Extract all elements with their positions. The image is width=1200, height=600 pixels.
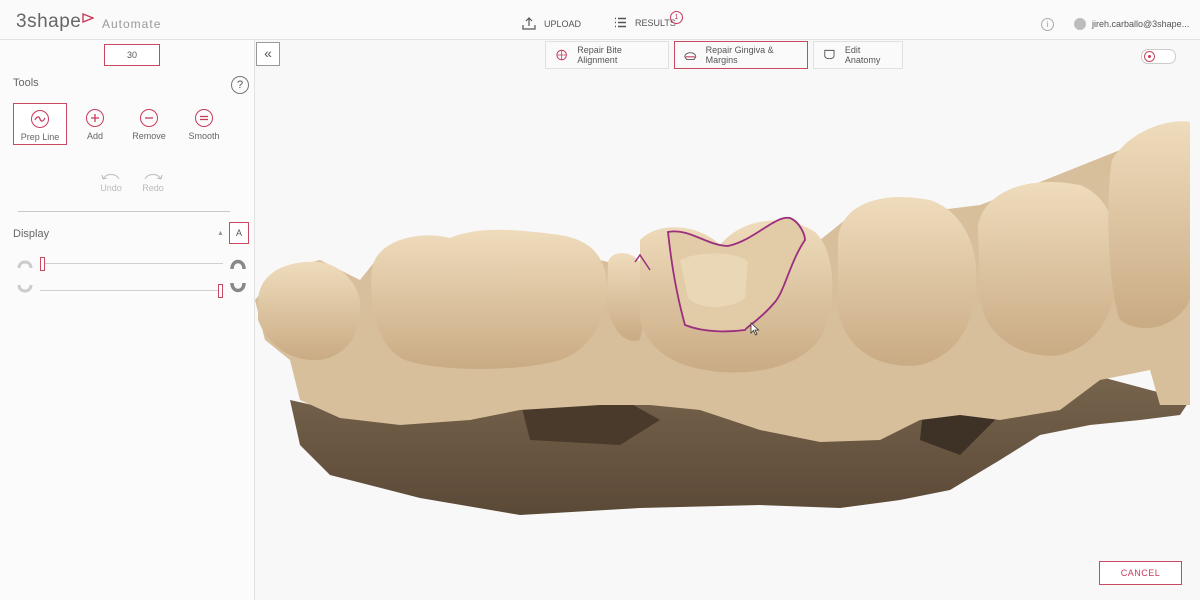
tooth-number-field[interactable]: 30 — [104, 44, 160, 66]
display-toggle-button[interactable]: A — [229, 222, 249, 244]
lower-arch-slider-thumb[interactable] — [218, 284, 223, 298]
tab-label: Repair Gingiva & Margins — [705, 45, 774, 65]
tab-edit-anatomy[interactable]: Edit Anatomy — [813, 41, 903, 69]
collapse-sidebar-button[interactable]: « — [256, 42, 280, 66]
app-name: Automate — [102, 17, 162, 31]
display-title: Display — [13, 228, 50, 240]
undo-label: Undo — [100, 183, 122, 193]
tools-sidebar: 30 Tools ? Prep Line Add Remove Smooth U… — [0, 40, 255, 600]
list-icon — [615, 17, 626, 28]
view-toggle[interactable] — [1141, 49, 1176, 64]
lower-arch-icon — [17, 284, 33, 293]
user-email[interactable]: jireh.carballo@3shape... — [1092, 19, 1189, 29]
add-label: Add — [86, 131, 103, 141]
undo-icon — [101, 174, 120, 180]
redo-button[interactable]: Redo — [138, 171, 168, 193]
tab-label: Edit Anatomy — [844, 45, 881, 65]
anatomy-icon — [824, 49, 835, 60]
add-tool-button[interactable]: Add — [80, 109, 110, 141]
results-button[interactable]: RESULTS — [614, 17, 676, 28]
remove-tool-button[interactable]: Remove — [126, 109, 172, 141]
sidebar-divider — [18, 211, 230, 212]
smooth-label: Smooth — [188, 131, 220, 141]
upper-arch-icon — [230, 259, 246, 270]
dental-arch-model[interactable] — [255, 40, 1200, 600]
prep-line-tool-button[interactable]: Prep Line — [13, 103, 67, 145]
help-icon[interactable]: ? — [231, 76, 249, 94]
info-icon[interactable]: i — [1041, 18, 1054, 31]
upper-arch-slider-thumb[interactable] — [40, 257, 45, 271]
lower-arch-slider-track[interactable] — [40, 290, 223, 291]
tools-title: Tools — [13, 77, 39, 89]
results-count-badge: 1 — [670, 11, 683, 24]
toggle-knob — [1144, 51, 1155, 62]
upload-label: UPLOAD — [544, 18, 582, 29]
brand-logo: 3shape — [16, 11, 82, 32]
bite-alignment-icon — [556, 49, 567, 61]
collapse-up-icon[interactable]: ▲ — [217, 230, 224, 237]
gingiva-margins-icon — [684, 52, 697, 61]
tab-repair-bite-alignment[interactable]: Repair Bite Alignment — [545, 41, 669, 69]
3d-viewport[interactable] — [255, 40, 1200, 600]
upload-button[interactable]: UPLOAD — [522, 17, 581, 30]
logo-triangle-icon — [82, 13, 94, 23]
undo-button[interactable]: Undo — [96, 171, 126, 193]
mouse-cursor-icon — [750, 322, 760, 336]
prep-line-label: Prep Line — [20, 132, 60, 142]
user-avatar[interactable] — [1074, 18, 1086, 30]
lower-arch-icon — [230, 282, 246, 293]
remove-label: Remove — [132, 131, 166, 141]
tab-repair-gingiva-margins[interactable]: Repair Gingiva & Margins — [674, 41, 808, 69]
cancel-button[interactable]: CANCEL — [1099, 561, 1182, 585]
top-bar: 3shape Automate UPLOAD RESULTS 1 i jireh… — [0, 0, 1200, 40]
smooth-tool-button[interactable]: Smooth — [184, 109, 224, 141]
upper-arch-icon — [17, 260, 33, 269]
redo-icon — [144, 174, 163, 180]
smooth-icon — [195, 109, 213, 127]
upper-arch-slider-track[interactable] — [40, 263, 223, 264]
prep-line-icon — [31, 110, 49, 128]
add-icon — [86, 109, 104, 127]
upload-icon — [522, 17, 536, 30]
remove-icon — [140, 109, 158, 127]
tab-label: Repair Bite Alignment — [577, 45, 622, 65]
redo-label: Redo — [142, 183, 164, 193]
